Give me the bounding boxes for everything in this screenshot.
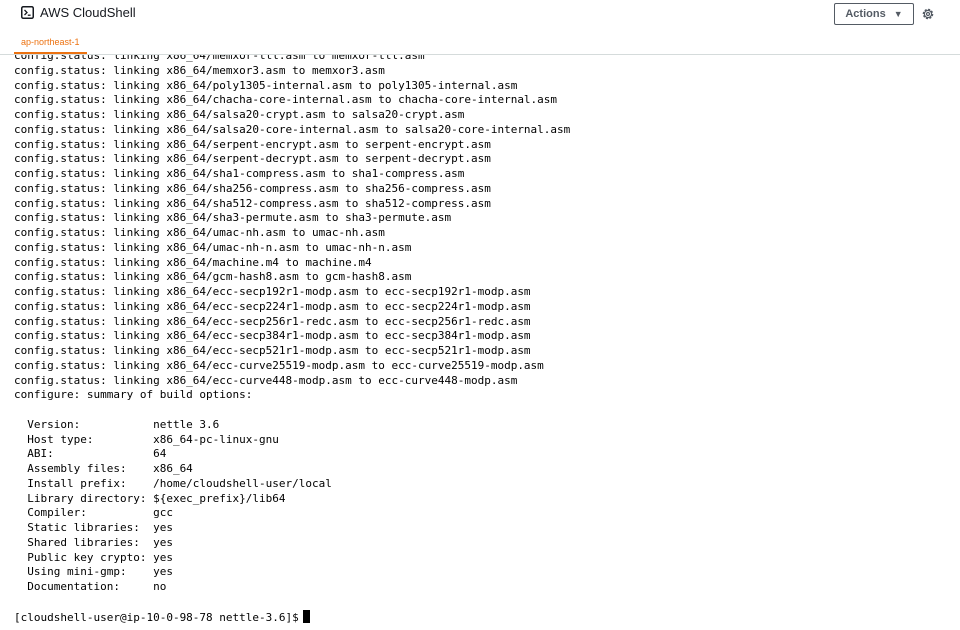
terminal-line: config.status: linking x86_64/gcm-hash8.… [14,270,412,284]
terminal-prompt-line[interactable]: [cloudshell-user@ip-10-0-98-78 nettle-3.… [14,609,570,625]
actions-button[interactable]: Actions ▼ [834,3,914,25]
terminal-line: configure: summary of build options: [14,388,253,402]
terminal-line: config.status: linking x86_64/chacha-cor… [14,93,558,107]
terminal-line: config.status: linking x86_64/umac-nh.as… [14,226,385,239]
terminal-line: Version: nettle 3.6 [14,417,220,431]
terminal-line: config.status: linking x86_64/ecc-secp38… [14,329,531,343]
terminal-line: Compiler: gcc [14,506,173,520]
terminal-line: Documentation: no [14,580,167,593]
terminal-line: Install prefix: /home/cloudshell-user/lo… [14,476,332,490]
terminal-line: config.status: linking x86_64/serpent-en… [14,137,491,151]
terminal-line: config.status: linking x86_64/ecc-curve4… [14,373,518,387]
terminal-line: Library directory: ${exec_prefix}/lib64 [14,491,286,505]
terminal-line: Host type: x86_64-pc-linux-gnu [14,432,279,446]
terminal-line: Static libraries: yes [14,521,173,534]
terminal-line: Shared libraries: yes [14,535,173,549]
terminal-line: config.status: linking x86_64/serpent-de… [14,152,491,166]
top-header: AWS CloudShell Actions ▼ [0,0,960,30]
tab-ap-northeast-1[interactable]: ap-northeast-1 [14,30,87,54]
terminal-line: config.status: linking x86_64/salsa20-cr… [14,108,465,121]
terminal-line: Public key crypto: yes [14,550,173,564]
terminal-line: config.status: linking x86_64/memxor3.as… [14,63,385,77]
terminal-line: config.status: linking x86_64/sha3-permu… [14,211,452,225]
terminal-line: ABI: 64 [14,447,167,461]
terminal-line: Assembly files: x86_64 [14,462,193,475]
terminal-line: config.status: linking x86_64/poly1305-i… [14,78,518,92]
terminal-line: config.status: linking x86_64/sha256-com… [14,181,491,195]
actions-button-label: Actions [845,8,886,20]
terminal-line: config.status: linking x86_64/ecc-secp52… [14,344,531,357]
terminal-cursor [302,609,310,623]
app-title: AWS CloudShell [40,5,136,20]
terminal-line: config.status: linking x86_64/machine.m4… [14,255,372,269]
terminal-line: config.status: linking x86_64/salsa20-co… [14,122,571,136]
terminal-line: config.status: linking x86_64/ecc-secp25… [14,314,531,328]
terminal-icon [21,6,34,19]
terminal-line: config.status: linking x86_64/sha1-compr… [14,167,465,180]
terminal-line: config.status: linking x86_64/ecc-secp19… [14,285,531,298]
terminal-output[interactable]: config.status: linking x86_64/memxor-ttl… [0,55,960,630]
terminal-line: config.status: linking x86_64/memxor-ttl… [14,55,425,62]
tab-bar: ap-northeast-1 [0,30,960,55]
caret-down-icon: ▼ [893,8,903,19]
shell-prompt: [cloudshell-user@ip-10-0-98-78 nettle-3.… [14,610,299,624]
terminal-line: config.status: linking x86_64/ecc-secp22… [14,299,531,313]
terminal-line: Using mini-gmp: yes [14,565,173,579]
gear-icon[interactable] [921,7,935,21]
terminal-line: config.status: linking x86_64/umac-nh-n.… [14,240,412,254]
terminal-line: config.status: linking x86_64/ecc-curve2… [14,358,544,372]
terminal-line: config.status: linking x86_64/sha512-com… [14,196,491,210]
terminal-lines: config.status: linking x86_64/memxor-ttl… [14,55,570,624]
